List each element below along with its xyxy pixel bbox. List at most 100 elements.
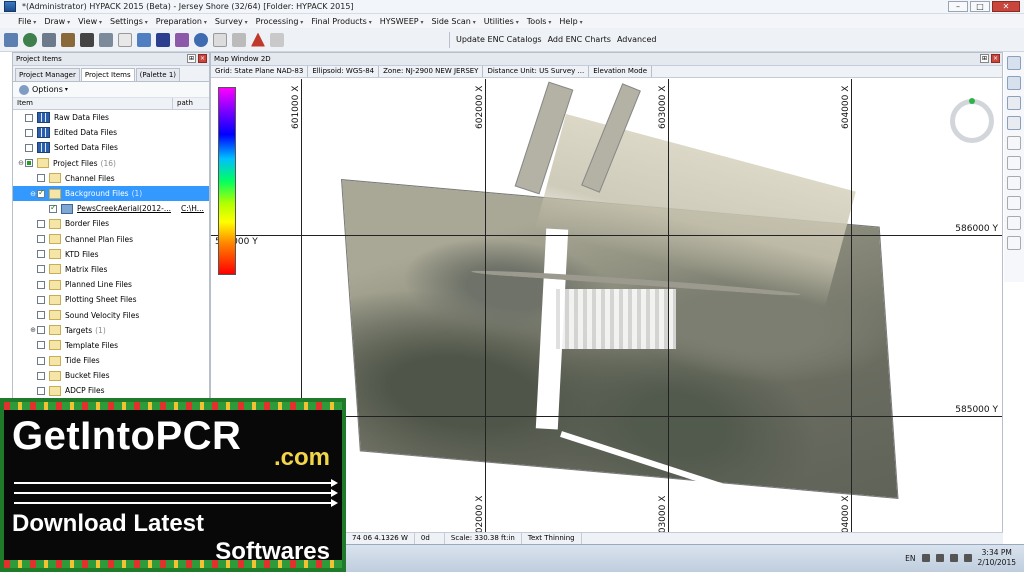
zoom-out-icon[interactable]: [1007, 76, 1021, 90]
advanced-button[interactable]: Advanced: [617, 35, 657, 44]
warning-icon[interactable]: [251, 32, 265, 47]
checkbox[interactable]: [25, 113, 33, 122]
boat-icon[interactable]: [194, 32, 208, 47]
menu-preparation[interactable]: Preparation: [156, 17, 207, 26]
checkbox[interactable]: [37, 219, 45, 228]
options-dropdown[interactable]: Options: [32, 85, 63, 94]
checkbox[interactable]: [37, 326, 45, 335]
save-icon[interactable]: [4, 32, 18, 47]
flag-icon[interactable]: [935, 554, 944, 562]
language-indicator[interactable]: EN: [905, 554, 915, 563]
ruler-icon[interactable]: [1007, 196, 1021, 210]
checkbox[interactable]: [37, 371, 45, 380]
tree-item-sound-velocity-files[interactable]: Sound Velocity Files: [13, 307, 209, 322]
tree-item-adcp-files[interactable]: ADCP Files: [13, 383, 209, 398]
graph-icon[interactable]: [156, 32, 170, 47]
tree-item-project-files[interactable]: ⊖ Project Files (16): [13, 156, 209, 171]
menu-utilities[interactable]: Utilities: [484, 17, 519, 26]
tree-item-ktd-files[interactable]: KTD Files: [13, 247, 209, 262]
add-enc-charts-button[interactable]: Add ENC Charts: [548, 35, 611, 44]
tree-item-planned-line-files[interactable]: Planned Line Files: [13, 277, 209, 292]
text-thinning-toggle[interactable]: Text Thinning: [522, 533, 582, 544]
route-icon[interactable]: [42, 32, 56, 47]
column-item[interactable]: Item: [13, 98, 173, 109]
calendar-icon[interactable]: [213, 32, 227, 47]
pan-icon[interactable]: [1007, 116, 1021, 130]
menu-side-scan[interactable]: Side Scan: [432, 17, 476, 26]
compass-rotation-control[interactable]: [950, 98, 994, 143]
checkbox[interactable]: [37, 311, 45, 320]
menu-hysweep[interactable]: HYSWEEP: [380, 17, 424, 26]
pin-icon[interactable]: ⊞: [980, 54, 989, 63]
update-enc-catalogs-button[interactable]: Update ENC Catalogs: [456, 35, 542, 44]
measure-icon[interactable]: [1007, 156, 1021, 170]
menu-help[interactable]: Help: [559, 17, 582, 26]
tab-project-manager[interactable]: Project Manager: [15, 68, 80, 81]
tree-item-targets[interactable]: ⊕ Targets (1): [13, 323, 209, 338]
table-icon[interactable]: [232, 32, 246, 47]
tree-item-channel-plan-files[interactable]: Channel Plan Files: [13, 232, 209, 247]
volume-icon[interactable]: [963, 554, 972, 562]
north-icon[interactable]: [1007, 176, 1021, 190]
tree-item-edited-data[interactable]: Edited Data Files: [13, 125, 209, 140]
menu-final-products[interactable]: Final Products: [311, 17, 371, 26]
collapse-icon[interactable]: ⊖: [29, 190, 37, 198]
checkbox[interactable]: [37, 250, 45, 259]
tree-item-bucket-files[interactable]: Bucket Files: [13, 368, 209, 383]
tree-item-channel-files[interactable]: Channel Files: [13, 171, 209, 186]
minimize-button[interactable]: –: [948, 1, 968, 12]
tree-item-pews-creek-aerial[interactable]: PewsCreekAerial(2012-... C:\H...: [13, 201, 209, 216]
chart-window-icon[interactable]: [137, 32, 151, 47]
checkbox[interactable]: [25, 143, 33, 152]
tree-item-background-files[interactable]: ⊖ Background Files(1): [13, 185, 209, 202]
database-icon[interactable]: [270, 32, 284, 47]
tree-item-matrix-files[interactable]: Matrix Files: [13, 262, 209, 277]
tree-item-raw-data[interactable]: Raw Data Files: [13, 110, 209, 125]
checkbox[interactable]: [37, 174, 45, 183]
checkbox[interactable]: [37, 265, 45, 274]
checkbox[interactable]: [25, 159, 33, 168]
checkbox[interactable]: [49, 203, 57, 213]
column-path[interactable]: path: [173, 98, 193, 109]
zoom-in-icon[interactable]: [1007, 56, 1021, 70]
tree-item-template-files[interactable]: Template Files: [13, 338, 209, 353]
edit-line-icon[interactable]: [61, 32, 75, 47]
pen-icon[interactable]: [80, 32, 94, 47]
collapse-icon[interactable]: ⊖: [17, 159, 25, 167]
tab-project-items[interactable]: Project Items: [80, 68, 135, 81]
checkbox[interactable]: [37, 386, 45, 395]
menu-draw[interactable]: Draw: [44, 17, 70, 26]
checkbox[interactable]: [37, 188, 45, 198]
checkbox[interactable]: [37, 295, 45, 304]
checkbox[interactable]: [25, 128, 33, 137]
zoom-window-icon[interactable]: [1007, 96, 1021, 110]
checkbox[interactable]: [37, 280, 45, 289]
close-button[interactable]: ✕: [992, 1, 1020, 12]
network-icon[interactable]: [921, 554, 930, 562]
checkbox[interactable]: [37, 341, 45, 350]
clock[interactable]: 3:34 PM 2/10/2015: [978, 548, 1016, 568]
tree-item-plotting-sheet-files[interactable]: Plotting Sheet Files: [13, 292, 209, 307]
checkbox[interactable]: [37, 235, 45, 244]
menu-file[interactable]: File: [18, 17, 36, 26]
menu-processing[interactable]: Processing: [256, 17, 304, 26]
tree-item-border-files[interactable]: Border Files: [13, 216, 209, 231]
checkbox[interactable]: [37, 356, 45, 365]
tree-item-tide-files[interactable]: Tide Files: [13, 353, 209, 368]
tab-palette-1[interactable]: (Palette 1): [135, 68, 181, 81]
pointer-icon[interactable]: [1007, 136, 1021, 150]
tree-item-sorted-data[interactable]: Sorted Data Files: [13, 140, 209, 155]
globe-icon[interactable]: [23, 32, 37, 47]
menu-view[interactable]: View: [78, 17, 102, 26]
signal-icon[interactable]: [949, 554, 958, 562]
stamp-icon[interactable]: [99, 32, 113, 47]
expand-icon[interactable]: ⊕: [29, 326, 37, 334]
menu-settings[interactable]: Settings: [110, 17, 148, 26]
maximize-button[interactable]: □: [970, 1, 990, 12]
document-icon[interactable]: [118, 32, 132, 47]
draw-icon[interactable]: [1007, 216, 1021, 230]
close-panel-icon[interactable]: ×: [198, 54, 207, 63]
menu-survey[interactable]: Survey: [215, 17, 248, 26]
close-map-icon[interactable]: ×: [991, 54, 1000, 63]
survey-icon[interactable]: [175, 32, 189, 47]
